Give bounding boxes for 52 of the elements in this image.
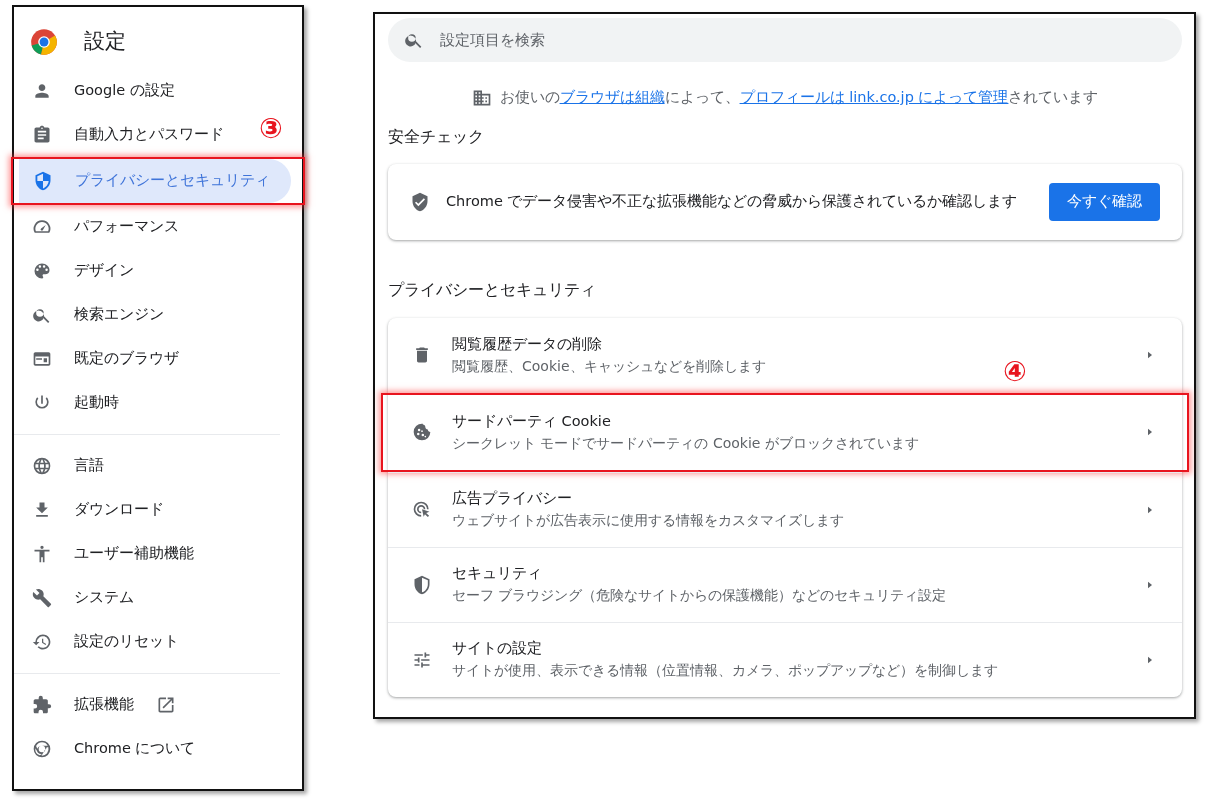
sidebar-item[interactable]: ダウンロード <box>14 488 172 532</box>
row-subtitle: ウェブサイトが広告表示に使用する情報をカスタマイズします <box>452 511 844 531</box>
row-title[interactable]: サイトの設定 <box>452 638 998 661</box>
row-subtitle: シークレット モードでサードパーティの Cookie がブロックされています <box>452 433 919 453</box>
sidebar-item[interactable]: システム <box>14 576 142 620</box>
target-cursor-icon <box>412 499 432 520</box>
notice-link[interactable]: ブラウザは組織 <box>559 89 665 105</box>
section-heading: 安全チェック <box>388 125 485 148</box>
safety-check-text: Chrome でデータ侵害や不正な拡張機能などの脅威から保護されているか確認します <box>446 191 1018 211</box>
person-figure-icon <box>32 544 52 564</box>
row-subtitle: 閲覧履歴、Cookie、キャッシュなどを削除します <box>452 356 766 376</box>
search-field[interactable]: 設定項目を検索 <box>388 18 1182 62</box>
settings-title: 設定 <box>84 28 126 56</box>
row-subtitle: セーフ ブラウジング（危険なサイトからの保護機能）などのセキュリティ設定 <box>452 586 947 606</box>
sidebar-item[interactable]: 自動入力とパスワード <box>14 113 232 157</box>
palette-icon <box>32 261 52 281</box>
history-icon <box>32 632 52 652</box>
chrome-logo-icon <box>30 28 58 56</box>
row-title[interactable]: セキュリティ <box>452 563 947 586</box>
wrench-icon <box>32 588 52 608</box>
external-link-icon <box>156 695 176 715</box>
puzzle-icon <box>32 695 52 715</box>
managed-notice: お使いのブラウザは組織によって、プロフィールは link.co.jp によって管理されています <box>499 88 1099 107</box>
sidebar-item[interactable]: デザイン <box>14 249 142 293</box>
row-title[interactable]: 広告プライバシー <box>452 488 844 511</box>
row-title[interactable]: サードパーティ Cookie <box>452 410 919 433</box>
shield-check-icon <box>410 191 430 212</box>
clipboard-icon <box>32 125 52 145</box>
chrome-ring-icon <box>32 739 52 759</box>
browser-window-icon <box>32 349 52 369</box>
sidebar-item[interactable]: 設定のリセット <box>14 620 187 664</box>
notice-link[interactable]: プロフィールは link.co.jp によって管理 <box>739 89 1009 105</box>
step-number: ④ <box>1003 358 1027 386</box>
sidebar-item[interactable]: 拡張機能 <box>14 683 184 727</box>
sidebar-item[interactable]: 起動時 <box>14 381 127 425</box>
row-subtitle: サイトが使用、表示できる情報（位置情報、カメラ、ポップアップなど）を制御します <box>452 661 998 681</box>
sidebar-item[interactable]: プライバシーとセキュリティ <box>19 159 291 203</box>
shield-icon <box>412 574 432 595</box>
globe-icon <box>32 456 52 476</box>
sidebar-item[interactable]: Chrome について <box>14 727 204 771</box>
shield-icon <box>33 171 53 191</box>
sidebar-item[interactable]: パフォーマンス <box>14 205 187 249</box>
sidebar-item[interactable]: Google の設定 <box>14 69 183 113</box>
cookie-icon <box>412 422 432 443</box>
sidebar-item[interactable]: 検索エンジン <box>14 293 172 337</box>
sidebar-item[interactable]: 言語 <box>14 444 112 488</box>
row-title[interactable]: 閲覧履歴データの削除 <box>452 333 766 356</box>
section-heading: プライバシーとセキュリティ <box>388 278 597 301</box>
step-number: ③ <box>259 115 283 143</box>
check-now-button[interactable]: 今すぐ確認 <box>1049 182 1160 221</box>
sidebar-item[interactable]: ユーザー補助機能 <box>14 532 202 576</box>
sidebar-item[interactable]: 既定のブラウザ <box>14 337 187 381</box>
